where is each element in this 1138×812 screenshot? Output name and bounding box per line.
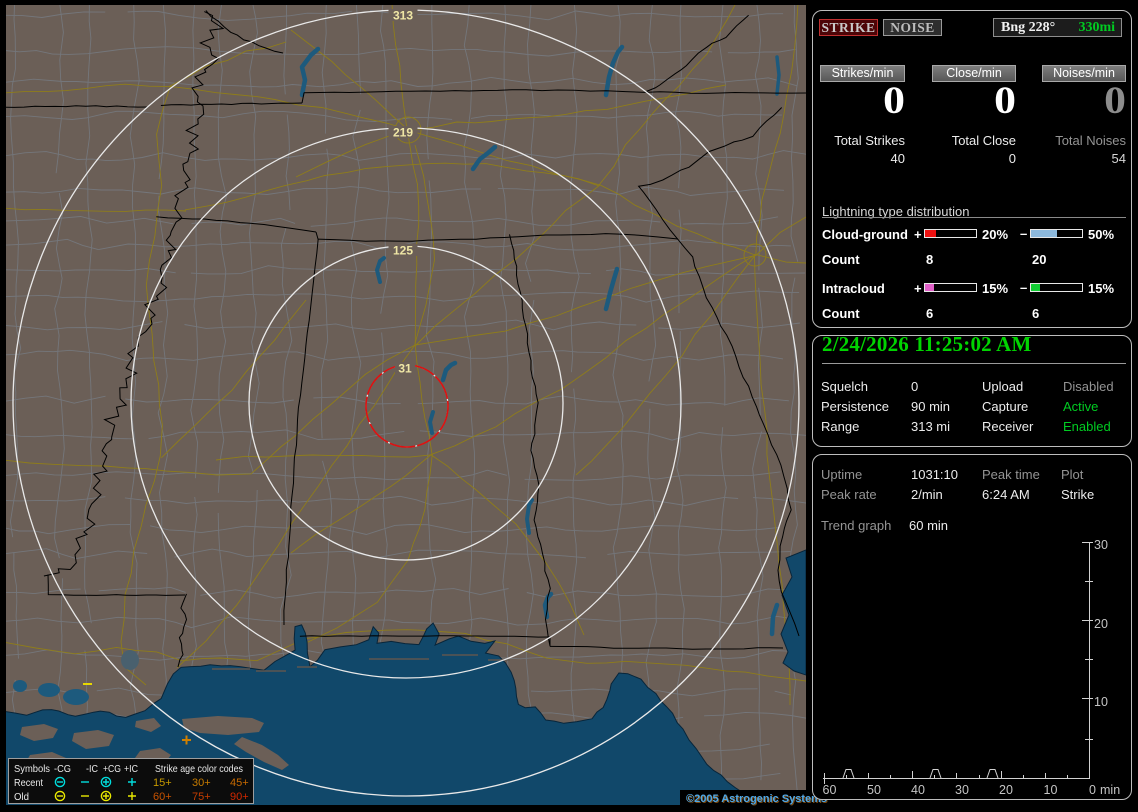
svg-text:50: 50 [867,783,881,797]
svg-text:0: 0 [1089,783,1096,797]
svg-text:40: 40 [911,783,925,797]
svg-text:125: 125 [393,244,413,258]
svg-text:+IC: +IC [124,763,138,775]
svg-text:60: 60 [823,783,837,797]
svg-text:Recent: Recent [14,777,43,789]
svg-text:+CG: +CG [103,763,121,775]
svg-text:30: 30 [955,783,969,797]
svg-text:10: 10 [1094,695,1108,709]
svg-text:Strike age color codes: Strike age color codes [155,763,243,775]
svg-text:Symbols: Symbols [14,763,50,775]
svg-text:20: 20 [1094,617,1108,631]
svg-text:Old: Old [14,791,29,803]
svg-text:15+: 15+ [153,777,172,789]
svg-text:219: 219 [393,126,413,140]
svg-text:75+: 75+ [192,791,211,803]
svg-text:10: 10 [1044,783,1058,797]
svg-text:-CG: -CG [54,763,71,775]
svg-text:313: 313 [393,9,413,23]
svg-text:30+: 30+ [192,777,211,789]
svg-text:60+: 60+ [153,791,172,803]
svg-text:90+: 90+ [230,791,249,803]
svg-text:31: 31 [398,362,412,376]
svg-text:min: min [1100,783,1120,797]
svg-text:30: 30 [1094,538,1108,552]
svg-text:-IC: -IC [86,763,98,775]
svg-text:45+: 45+ [230,777,249,789]
svg-text:20: 20 [999,783,1013,797]
